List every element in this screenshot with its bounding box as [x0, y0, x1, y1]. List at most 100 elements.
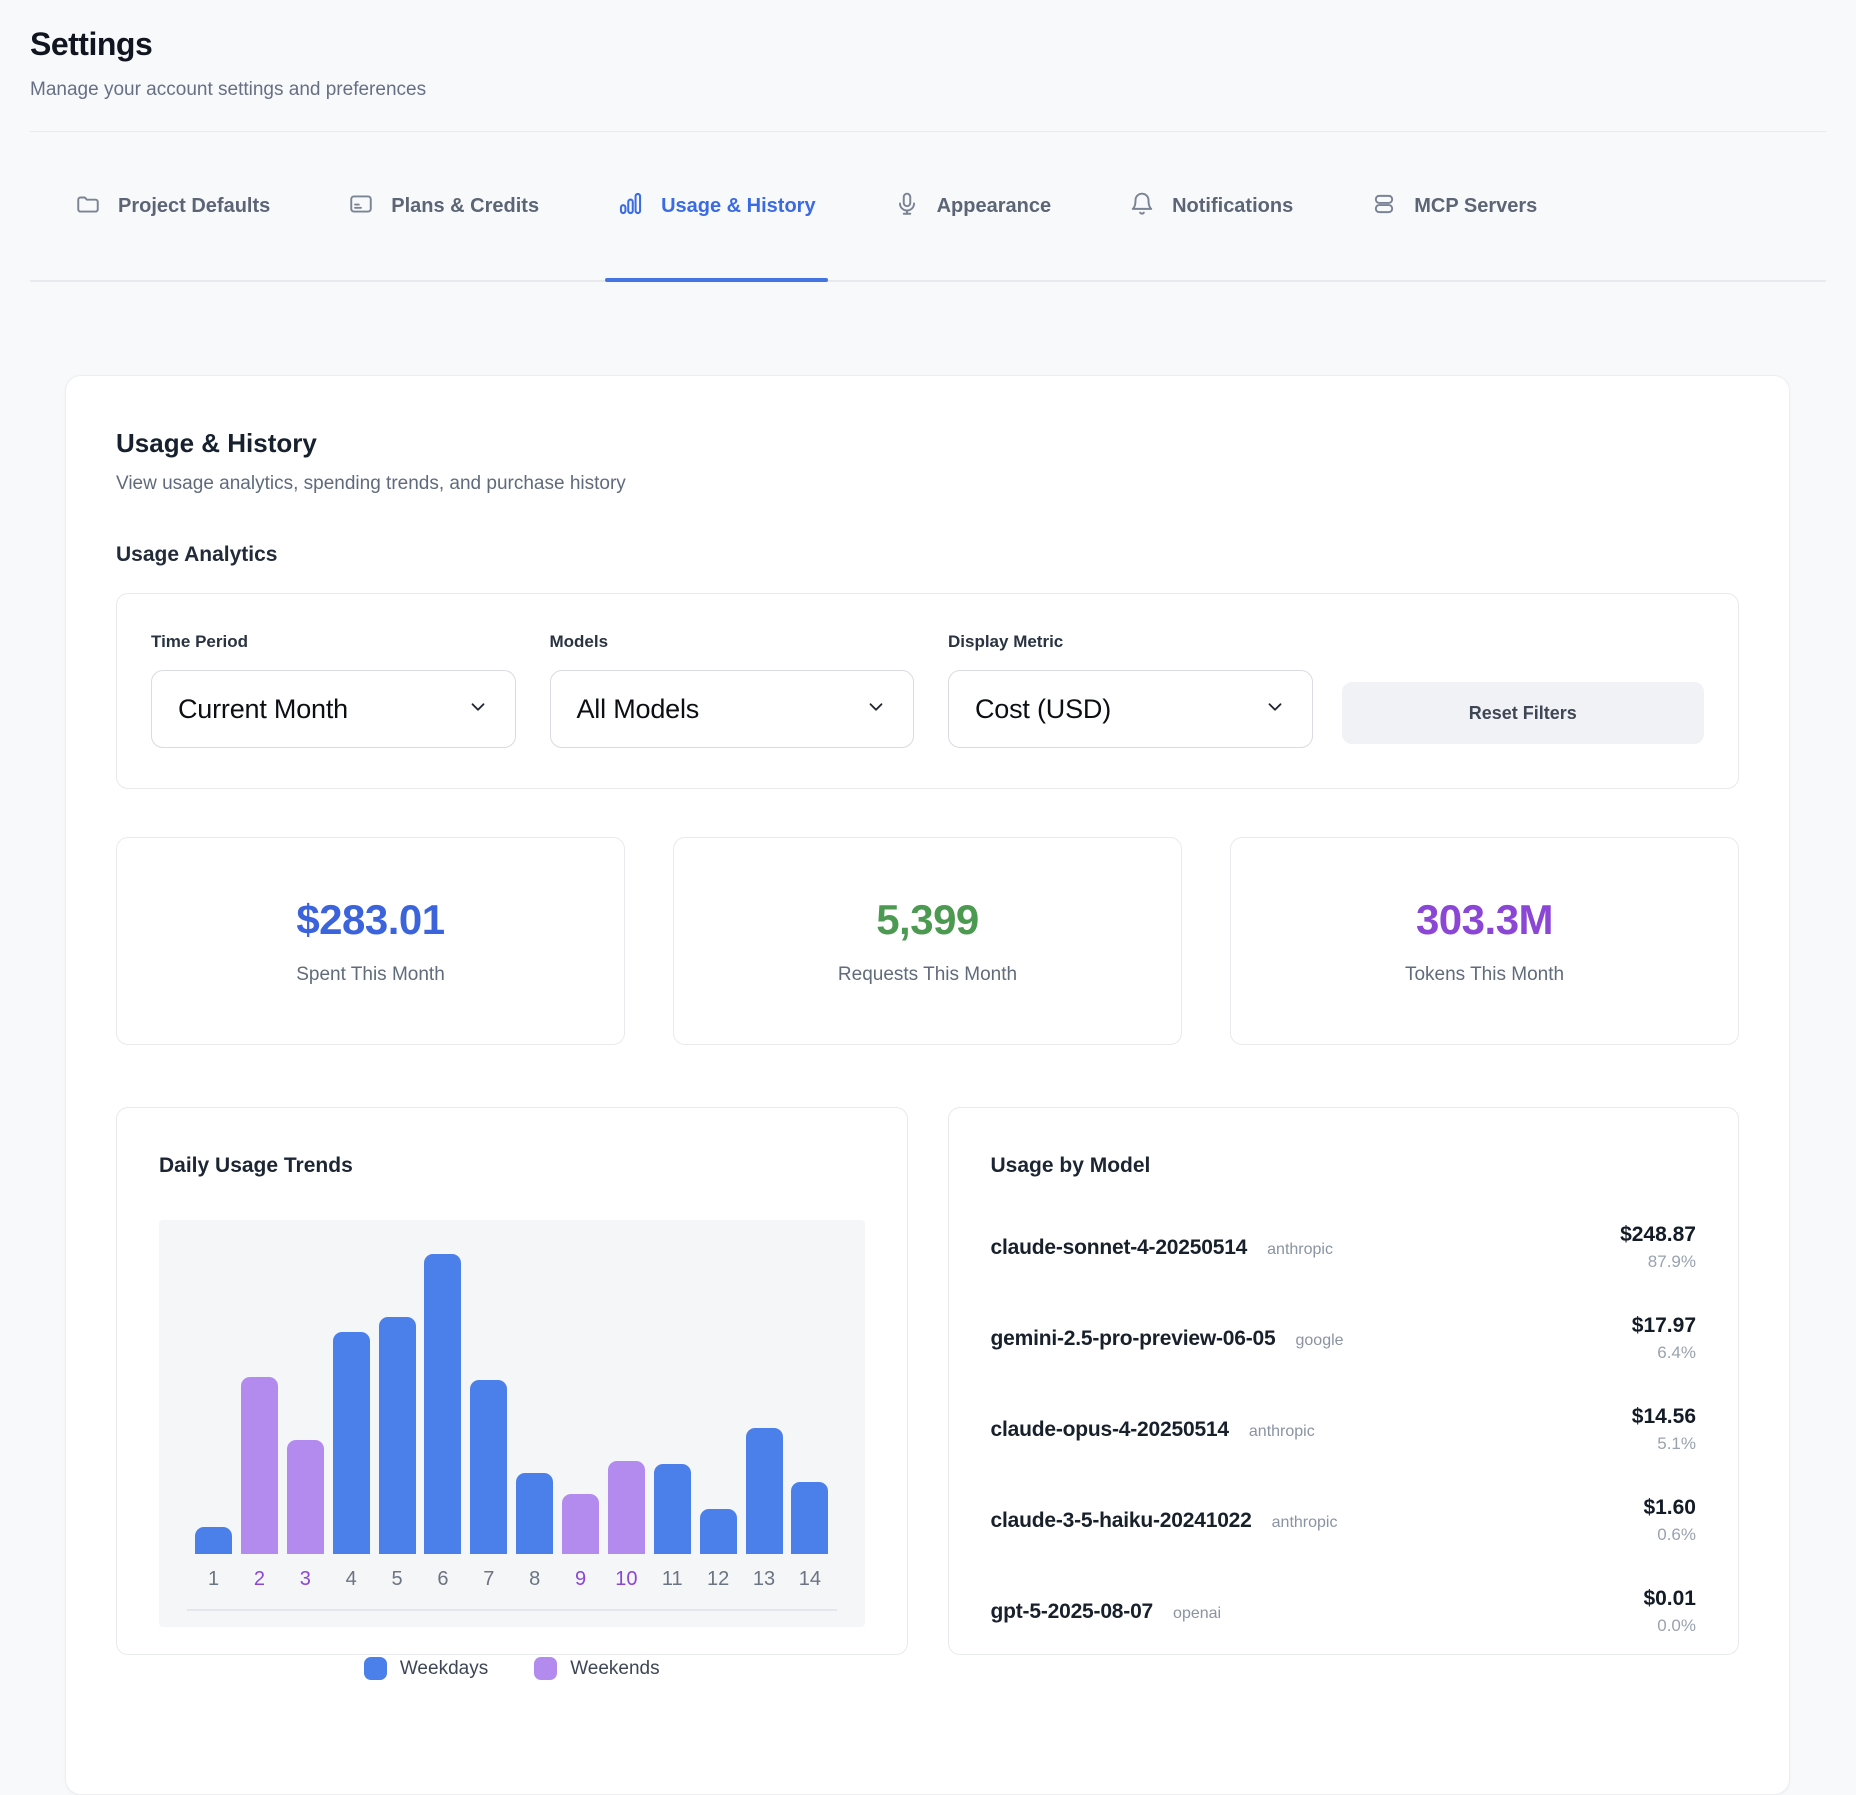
folder-icon — [75, 191, 101, 222]
tab-usage-history[interactable]: Usage & History — [617, 132, 816, 280]
model-percentage: 5.1% — [1632, 1434, 1696, 1454]
x-tick-label: 12 — [700, 1568, 737, 1591]
spent-value: $283.01 — [296, 896, 444, 944]
credit-card-icon — [348, 191, 374, 222]
models-select[interactable]: All Models — [550, 670, 915, 748]
model-percentage: 87.9% — [1620, 1252, 1696, 1272]
x-tick-label: 1 — [195, 1568, 232, 1591]
model-name: claude-sonnet-4-20250514 — [991, 1236, 1248, 1260]
model-cost: $1.60 — [1643, 1496, 1696, 1520]
tab-notifications[interactable]: Notifications — [1129, 132, 1293, 280]
model-cost: $0.01 — [1643, 1587, 1696, 1611]
models-label: Models — [550, 632, 915, 652]
display-metric-field: Display Metric Cost (USD) — [948, 632, 1313, 748]
chart-bar — [470, 1254, 507, 1554]
reset-filters-button[interactable]: Reset Filters — [1342, 682, 1705, 744]
page-subtitle: Manage your account settings and prefere… — [30, 79, 1826, 101]
filters-panel: Time Period Current Month Models All Mod… — [116, 593, 1739, 789]
usage-analytics-heading: Usage Analytics — [116, 543, 1739, 567]
model-cost: $14.56 — [1632, 1405, 1696, 1429]
models-value: All Models — [577, 694, 700, 725]
model-name: gpt-5-2025-08-07 — [991, 1600, 1154, 1624]
weekends-legend-label: Weekends — [570, 1658, 659, 1680]
model-cost: $17.97 — [1632, 1314, 1696, 1338]
weekends-swatch-icon — [534, 1657, 557, 1680]
model-row: claude-opus-4-20250514 anthropic $14.56 … — [991, 1384, 1697, 1475]
model-provider: anthropic — [1249, 1423, 1315, 1441]
tab-label: Notifications — [1172, 195, 1293, 218]
chart-bar — [241, 1254, 278, 1554]
model-percentage: 0.6% — [1643, 1525, 1696, 1545]
x-tick-label: 13 — [746, 1568, 783, 1591]
model-percentage: 6.4% — [1632, 1343, 1696, 1363]
tab-label: Plans & Credits — [391, 195, 539, 218]
chart-bars — [183, 1254, 841, 1554]
model-provider: google — [1296, 1332, 1344, 1350]
bar-chart-icon — [617, 190, 644, 222]
daily-usage-trends-card: Daily Usage Trends 1234567891011121314 W… — [116, 1107, 908, 1655]
stat-card-requests: 5,399 Requests This Month — [673, 837, 1182, 1045]
stats-row: $283.01 Spent This Month 5,399 Requests … — [116, 837, 1739, 1045]
tab-appearance[interactable]: Appearance — [894, 132, 1052, 280]
model-cost: $248.87 — [1620, 1223, 1696, 1247]
section-subtitle: View usage analytics, spending trends, a… — [116, 473, 1739, 495]
stat-card-spent: $283.01 Spent This Month — [116, 837, 625, 1045]
chevron-down-icon — [1264, 696, 1286, 723]
time-period-value: Current Month — [178, 694, 348, 725]
chevron-down-icon — [467, 696, 489, 723]
tokens-label: Tokens This Month — [1405, 964, 1564, 986]
chart-axis-line — [187, 1609, 837, 1611]
chart-legend: Weekdays Weekends — [159, 1657, 865, 1680]
chart-bar — [562, 1254, 599, 1554]
chart-bar — [791, 1254, 828, 1554]
tab-label: MCP Servers — [1414, 195, 1537, 218]
weekdays-legend-label: Weekdays — [400, 1658, 488, 1680]
model-name: gemini-2.5-pro-preview-06-05 — [991, 1327, 1276, 1351]
chart-bar — [287, 1254, 324, 1554]
x-tick-label: 2 — [241, 1568, 278, 1591]
tab-label: Usage & History — [661, 195, 816, 218]
chart-bar — [333, 1254, 370, 1554]
models-field: Models All Models — [550, 632, 915, 748]
chart-x-axis: 1234567891011121314 — [183, 1568, 841, 1591]
tab-project-defaults[interactable]: Project Defaults — [75, 132, 270, 280]
display-metric-select[interactable]: Cost (USD) — [948, 670, 1313, 748]
requests-value: 5,399 — [876, 896, 979, 944]
model-name: claude-opus-4-20250514 — [991, 1418, 1229, 1442]
x-tick-label: 14 — [791, 1568, 828, 1591]
model-name: claude-3-5-haiku-20241022 — [991, 1509, 1252, 1533]
server-stack-icon — [1371, 191, 1397, 222]
x-tick-label: 4 — [333, 1568, 370, 1591]
bottom-row: Daily Usage Trends 1234567891011121314 W… — [116, 1107, 1739, 1655]
usage-by-model-card: Usage by Model claude-sonnet-4-20250514 … — [948, 1107, 1740, 1655]
model-row: gemini-2.5-pro-preview-06-05 google $17.… — [991, 1293, 1697, 1384]
tab-mcp-servers[interactable]: MCP Servers — [1371, 132, 1537, 280]
chart-bar — [195, 1254, 232, 1554]
usage-by-model-title: Usage by Model — [991, 1154, 1697, 1178]
chevron-down-icon — [865, 696, 887, 723]
x-tick-label: 8 — [516, 1568, 553, 1591]
chart-bar — [379, 1254, 416, 1554]
legend-item-weekdays: Weekdays — [364, 1657, 488, 1680]
time-period-field: Time Period Current Month — [151, 632, 516, 748]
display-metric-value: Cost (USD) — [975, 694, 1111, 725]
x-tick-label: 3 — [287, 1568, 324, 1591]
weekdays-swatch-icon — [364, 1657, 387, 1680]
requests-label: Requests This Month — [838, 964, 1017, 986]
time-period-select[interactable]: Current Month — [151, 670, 516, 748]
stat-card-tokens: 303.3M Tokens This Month — [1230, 837, 1739, 1045]
page-title: Settings — [30, 26, 1826, 63]
section-title: Usage & History — [116, 428, 1739, 459]
x-tick-label: 10 — [608, 1568, 645, 1591]
model-percentage: 0.0% — [1643, 1616, 1696, 1636]
model-provider: anthropic — [1272, 1514, 1338, 1532]
tab-label: Appearance — [937, 195, 1052, 218]
model-provider: openai — [1173, 1605, 1221, 1623]
model-provider: anthropic — [1267, 1241, 1333, 1259]
usage-history-panel: Usage & History View usage analytics, sp… — [65, 375, 1790, 1795]
legend-item-weekends: Weekends — [534, 1657, 659, 1680]
tab-plans-credits[interactable]: Plans & Credits — [348, 132, 539, 280]
model-row: gpt-5-2025-08-07 openai $0.01 0.0% — [991, 1566, 1697, 1657]
tokens-value: 303.3M — [1416, 896, 1553, 944]
microphone-icon — [894, 191, 920, 222]
